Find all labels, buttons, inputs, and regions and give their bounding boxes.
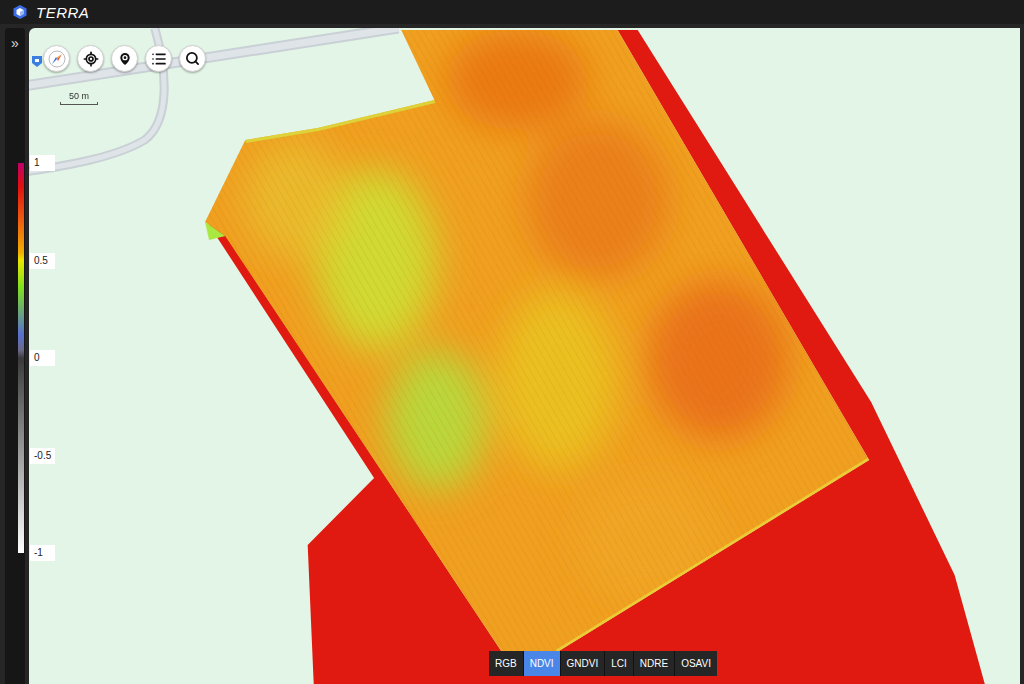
list-button[interactable] [145, 45, 172, 72]
layer-tab[interactable]: NDVI [524, 651, 560, 676]
road [29, 28, 398, 86]
marker-icon[interactable] [30, 54, 44, 68]
layer-tab[interactable]: NDRE [634, 651, 674, 676]
list-icon [151, 51, 167, 67]
search-button[interactable] [179, 45, 206, 72]
layer-tab[interactable]: OSAVI [675, 651, 717, 676]
legend-tick: 0.5 [30, 253, 55, 269]
legend-ticks: 1 0.5 0 -0.5 -1 [30, 155, 55, 561]
legend-tick: 0 [30, 350, 55, 366]
legend-tick: -1 [30, 545, 55, 561]
sidebar-toggle[interactable]: » [11, 36, 19, 50]
ndvi-map[interactable] [29, 28, 1020, 684]
map-panel: 50 m RGBNDVIGNDVILCINDREOSAVI [29, 28, 1020, 684]
locate-icon [83, 51, 99, 67]
scale-label: 50 m [69, 92, 89, 102]
locate-button[interactable] [77, 45, 104, 72]
legend-tick: 1 [30, 155, 55, 171]
layer-tabs: RGBNDVIGNDVILCINDREOSAVI [489, 651, 717, 676]
workspace: » 50 m RGBNDVIGNDVILCINDREOSAVI [0, 24, 1024, 684]
search-icon [185, 51, 200, 66]
terra-app: TERRA » 50 m RGBNDVIGNDVILCINDREOSAVI 1 0.5 0 -… [0, 0, 1024, 684]
legend-tick: -0.5 [30, 448, 55, 464]
compass-icon [48, 50, 66, 68]
road [29, 28, 164, 172]
scale-bar: 50 m [60, 92, 98, 105]
scale-line [60, 102, 98, 105]
pin-button[interactable] [111, 45, 138, 72]
compass-button[interactable] [43, 45, 70, 72]
pin-icon [117, 51, 133, 67]
layer-tab[interactable]: LCI [605, 651, 633, 676]
ndvi-legend: 10.50-0.5-1 [18, 163, 55, 553]
layer-tab[interactable]: GNDVI [561, 651, 605, 676]
logo-icon [12, 4, 28, 20]
legend-gradient [18, 163, 24, 553]
top-bar: TERRA [0, 0, 1024, 24]
layer-tab[interactable]: RGB [489, 651, 523, 676]
app-title: TERRA [36, 4, 89, 21]
map-toolbar [43, 45, 206, 72]
